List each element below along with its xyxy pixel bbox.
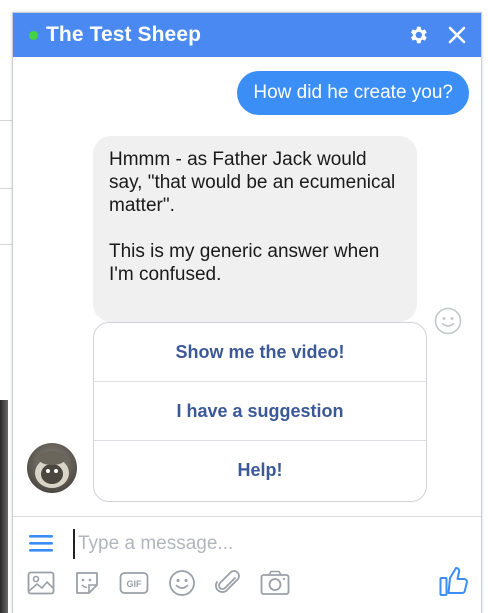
user-message-bubble: How did he create you? [237, 71, 469, 115]
emoji-icon[interactable] [168, 569, 196, 597]
menu-icon[interactable] [29, 533, 53, 558]
background-edge [0, 400, 8, 613]
camera-icon[interactable] [260, 570, 290, 596]
gear-icon[interactable] [407, 24, 429, 46]
gif-icon[interactable]: GIF [119, 571, 149, 595]
quick-reply-suggestion[interactable]: I have a suggestion [94, 382, 426, 441]
chat-title[interactable]: The Test Sheep [46, 23, 201, 47]
background-divider [0, 120, 12, 121]
message-input[interactable] [73, 529, 458, 559]
composer-toolbar: GIF [27, 569, 290, 597]
image-icon[interactable] [27, 571, 55, 595]
quick-reply-help[interactable]: Help! [94, 441, 426, 500]
online-status-dot [29, 30, 38, 40]
sticker-icon[interactable] [74, 570, 100, 596]
react-smiley-icon[interactable] [433, 306, 463, 341]
bot-avatar [27, 443, 77, 493]
bot-message-bubble: Hmmm - as Father Jack would say, "that w… [93, 136, 417, 322]
svg-text:GIF: GIF [127, 579, 143, 589]
background-divider [0, 244, 12, 245]
header-actions [407, 13, 467, 57]
background-divider [0, 188, 12, 189]
attachment-icon[interactable] [215, 569, 241, 597]
bot-message-paragraph: This is my generic answer when I'm confu… [109, 241, 380, 285]
composer-divider [13, 516, 481, 517]
quick-replies: Show me the video! I have a suggestion H… [93, 322, 427, 502]
chat-window: The Test Sheep How did he create you? Hm… [12, 12, 482, 613]
chat-header[interactable]: The Test Sheep [13, 13, 481, 57]
quick-reply-show-video[interactable]: Show me the video! [94, 323, 426, 382]
close-icon[interactable] [447, 25, 467, 45]
bot-message-paragraph: Hmmm - as Father Jack would say, "that w… [109, 149, 396, 216]
thumbs-up-icon[interactable] [439, 565, 469, 602]
